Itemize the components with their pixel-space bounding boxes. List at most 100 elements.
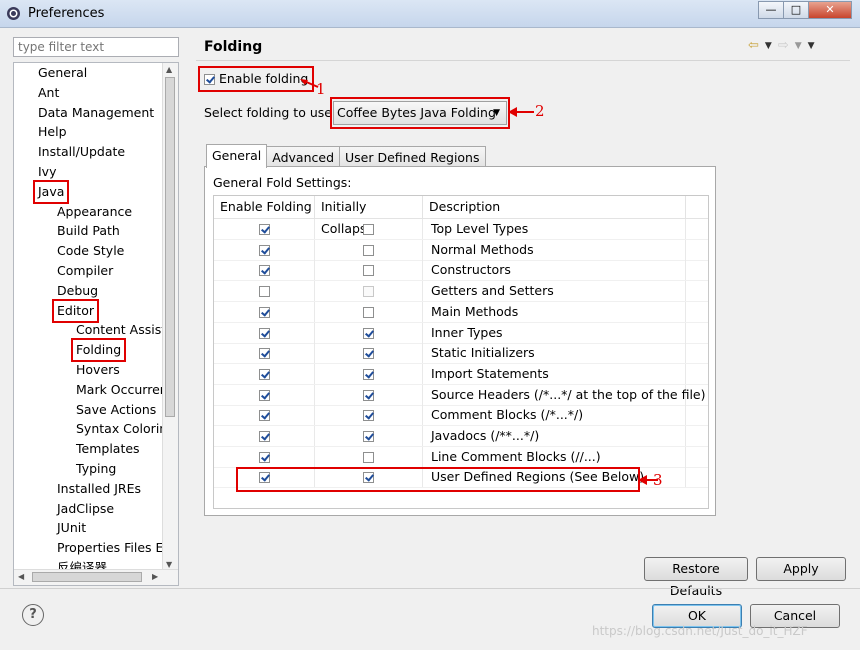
table-row[interactable]: Top Level Types — [214, 219, 708, 240]
tree-item[interactable]: General — [38, 63, 87, 83]
tree-vertical-scrollbar[interactable]: ▲ ▼ — [162, 63, 178, 571]
initially-collapse-cell — [315, 219, 423, 239]
enable-folding-row-checkbox[interactable] — [258, 327, 270, 339]
tab-general[interactable]: General — [206, 144, 268, 168]
close-button[interactable]: ✕ — [808, 1, 852, 19]
table-row[interactable]: Normal Methods — [214, 239, 708, 261]
tree-item[interactable]: Save Actions — [76, 400, 156, 420]
restore-defaults-button[interactable]: Restore Defaults — [644, 557, 748, 598]
initially-collapse-cell — [315, 446, 423, 467]
dropdown-chevron-icon[interactable]: ▼ — [493, 102, 500, 124]
initially-collapse-row-checkbox[interactable] — [363, 389, 374, 401]
table-row[interactable]: Main Methods — [214, 301, 708, 323]
enable-folding-checkbox[interactable] — [204, 74, 215, 85]
enable-folding-row-checkbox[interactable] — [258, 244, 270, 256]
tree-item[interactable]: Data Management — [38, 103, 154, 123]
initially-collapse-row-checkbox[interactable] — [363, 244, 374, 256]
tree-item[interactable]: Help — [38, 122, 67, 142]
help-icon[interactable]: ? — [22, 604, 44, 626]
table-row[interactable]: Comment Blocks (/*...*/) — [214, 405, 708, 427]
apply-button[interactable]: Apply — [756, 557, 846, 581]
tree-horizontal-scroll-thumb[interactable] — [32, 572, 142, 582]
tree-item[interactable]: Java — [32, 179, 70, 204]
scroll-right-icon[interactable]: ▶ — [152, 572, 158, 581]
tree-item[interactable]: Properties Files Ed — [57, 538, 164, 558]
page-navigation: ⇦ ▼ ⇨ ▼ ▼ — [748, 38, 815, 54]
minimize-button[interactable]: — — [758, 1, 784, 19]
tree-horizontal-scrollbar[interactable]: ◀ ▶ — [14, 569, 178, 585]
enable-folding-option[interactable]: Enable folding — [197, 66, 315, 92]
initially-collapse-row-checkbox[interactable] — [363, 348, 374, 360]
tab-advanced[interactable]: Advanced — [266, 146, 341, 168]
enable-folding-cell — [214, 219, 315, 239]
initially-collapse-row-checkbox[interactable] — [363, 286, 374, 298]
initially-collapse-row-checkbox[interactable] — [363, 451, 374, 463]
tree-list: General Ant Data Management Help Install/Upd… — [14, 63, 164, 571]
tree-item[interactable]: Compiler — [57, 261, 113, 281]
column-header-description[interactable]: Description — [423, 196, 686, 218]
column-header-initially-collapse[interactable]: Initially Collapse — [315, 196, 423, 236]
tree-item[interactable]: JUnit — [57, 518, 86, 538]
tree-item[interactable]: Ant — [38, 83, 59, 103]
scroll-down-icon[interactable]: ▼ — [166, 560, 172, 569]
table-row[interactable]: Static Initializers — [214, 343, 708, 365]
enable-folding-row-checkbox[interactable] — [258, 265, 270, 277]
tree-item[interactable]: Install/Update — [38, 142, 125, 162]
tree-item[interactable]: Typing — [76, 459, 116, 479]
enable-folding-row-checkbox[interactable] — [258, 431, 270, 442]
initially-collapse-row-checkbox[interactable] — [363, 431, 374, 442]
forward-arrow-icon[interactable]: ⇨ — [778, 38, 789, 54]
folding-type-select[interactable]: Coffee Bytes Java Folding ▼ — [333, 101, 507, 125]
description-cell: Source Headers (/*...*/ at the top of th… — [423, 384, 706, 405]
maximize-button[interactable]: □ — [783, 1, 809, 19]
table-row[interactable]: Import Statements — [214, 363, 708, 385]
filter-input[interactable] — [13, 37, 179, 57]
enable-folding-row-checkbox[interactable] — [258, 410, 270, 422]
column-header-enable-folding[interactable]: Enable Folding — [214, 196, 315, 218]
tree-item[interactable]: Folding — [70, 338, 127, 363]
enable-folding-row-checkbox[interactable] — [258, 306, 270, 318]
enable-folding-row-checkbox[interactable] — [258, 286, 270, 298]
tree-item[interactable]: Editor — [52, 298, 99, 323]
table-row[interactable]: Source Headers (/*...*/ at the top of th… — [214, 384, 708, 406]
tree-item[interactable]: Build Path — [57, 221, 120, 241]
tree-item[interactable]: Content Assist — [76, 320, 164, 340]
table-row[interactable]: Getters and Setters — [214, 281, 708, 303]
enable-folding-cell — [214, 301, 315, 322]
tab-user-defined-regions[interactable]: User Defined Regions — [339, 146, 486, 168]
enable-folding-row-checkbox[interactable] — [258, 224, 270, 235]
tree-item[interactable]: Code Style — [57, 241, 124, 261]
tree-item[interactable]: Mark Occurren — [76, 380, 164, 400]
enable-folding-row-checkbox[interactable] — [258, 368, 270, 380]
back-menu-chevron-icon[interactable]: ▼ — [765, 38, 772, 54]
table-row[interactable]: Line Comment Blocks (//...) — [214, 446, 708, 468]
enable-folding-row-checkbox[interactable] — [258, 348, 270, 360]
initially-collapse-row-checkbox[interactable] — [363, 327, 374, 339]
table-row[interactable]: Constructors — [214, 260, 708, 282]
tree-vertical-scroll-thumb[interactable] — [165, 77, 175, 417]
back-arrow-icon[interactable]: ⇦ — [748, 38, 759, 54]
tree-item[interactable]: Appearance — [57, 202, 132, 222]
tree-item[interactable]: Hovers — [76, 360, 120, 380]
table-row[interactable]: Javadocs (/**...*/) — [214, 426, 708, 447]
enable-folding-row-checkbox[interactable] — [258, 451, 270, 463]
tree-item[interactable]: Syntax Coloring — [76, 419, 164, 439]
enable-folding-row-checkbox[interactable] — [258, 389, 270, 401]
tree-item[interactable]: Ivy — [38, 162, 56, 182]
initially-collapse-row-checkbox[interactable] — [363, 410, 374, 422]
fold-settings-table: Enable Folding Initially Collapse Descri… — [213, 195, 709, 509]
tree-item[interactable]: Templates — [76, 439, 140, 459]
tree-item[interactable]: Installed JREs — [57, 479, 141, 499]
initially-collapse-row-checkbox[interactable] — [363, 368, 374, 380]
view-menu-chevron-icon[interactable]: ▼ — [808, 38, 815, 54]
table-row[interactable]: Inner Types — [214, 322, 708, 344]
initially-collapse-row-checkbox[interactable] — [363, 306, 374, 318]
tree-item[interactable]: Debug — [57, 281, 98, 301]
initially-collapse-row-checkbox[interactable] — [363, 265, 374, 277]
scroll-left-icon[interactable]: ◀ — [18, 572, 24, 581]
initially-collapse-row-checkbox[interactable] — [363, 224, 374, 235]
tree-item[interactable]: JadClipse — [57, 499, 114, 519]
preference-tree: General Ant Data Management Help Install/Upd… — [13, 62, 179, 586]
scroll-up-icon[interactable]: ▲ — [166, 65, 172, 74]
forward-menu-chevron-icon[interactable]: ▼ — [795, 38, 802, 54]
